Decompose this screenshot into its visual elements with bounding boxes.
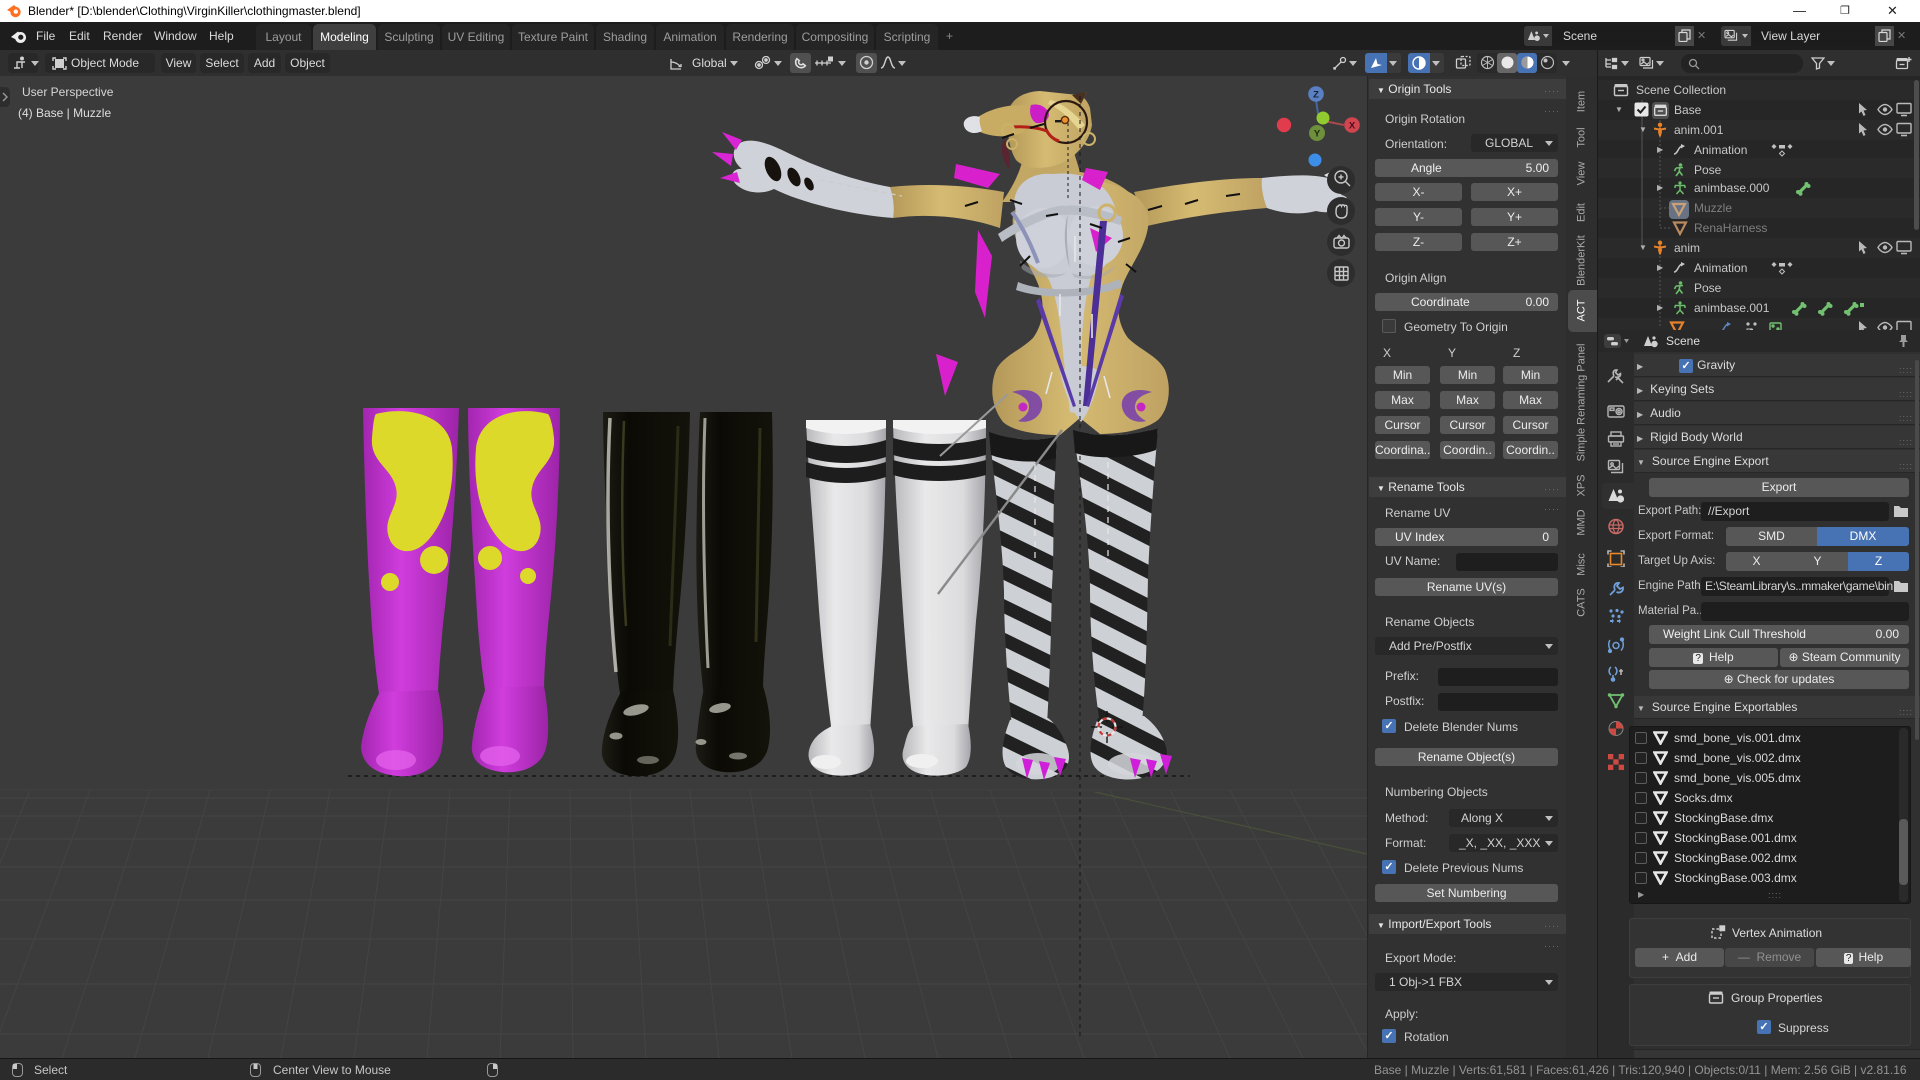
svg-text:Z: Z xyxy=(1313,90,1319,101)
svg-text:X: X xyxy=(1349,121,1356,132)
svg-text:Y: Y xyxy=(1314,129,1321,140)
svg-text:User Perspective: User Perspective xyxy=(22,85,114,99)
svg-text:(4) Base | Muzzle: (4) Base | Muzzle xyxy=(18,106,111,120)
